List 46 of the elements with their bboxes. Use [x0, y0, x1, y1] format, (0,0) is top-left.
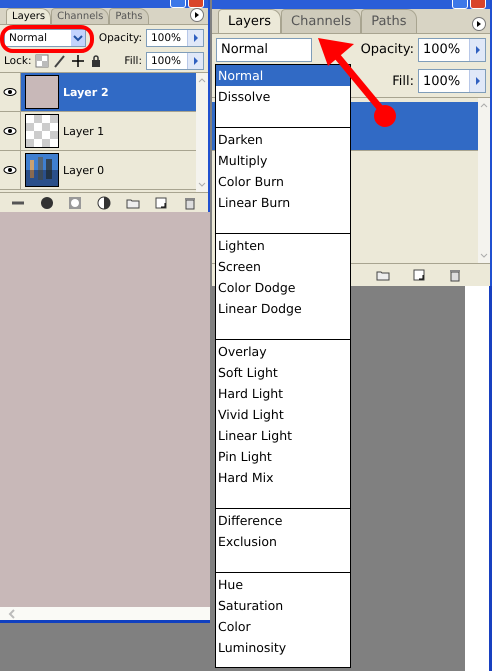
menu-item[interactable]: Dissolve	[216, 86, 350, 107]
menu-item[interactable]: Pin Light	[216, 446, 350, 467]
opacity-label: Opacity:	[98, 32, 142, 44]
layer-name: Layer 2	[63, 86, 109, 98]
layer-name: Layer 1	[63, 124, 104, 138]
opacity-label: Opacity:	[360, 42, 414, 57]
panel-tab[interactable]: Channels	[281, 9, 362, 33]
panel-tab[interactable]: Paths	[109, 8, 149, 24]
menu-item[interactable]: Overlay	[216, 341, 350, 362]
blend-mode-dropdown[interactable]: Normal	[216, 38, 312, 62]
menu-item[interactable]: Lighten	[216, 235, 350, 256]
menu-item[interactable]: Luminosity	[216, 637, 350, 658]
fill-label: Fill:	[392, 74, 414, 88]
layer-row[interactable]: Layer 0	[0, 151, 196, 190]
menu-item[interactable]: Soft Light	[216, 362, 350, 383]
menu-item[interactable]: Hard Light	[216, 383, 350, 404]
panel-tab[interactable]: Layers	[6, 8, 52, 24]
menu-item[interactable]: Exclusion	[216, 531, 350, 552]
blend-mode-dropdown[interactable]: Normal	[4, 28, 86, 46]
menu-item[interactable]: Linear Burn	[216, 192, 350, 213]
fill-field[interactable]: 100%	[418, 69, 486, 93]
menu-item[interactable]: Screen	[216, 256, 350, 277]
panel-tab[interactable]: Layers	[218, 9, 282, 33]
panel-tab[interactable]: Paths	[361, 9, 417, 33]
layer-name: Layer 0	[63, 164, 104, 176]
menu-item[interactable]: Color Dodge	[216, 277, 350, 298]
fill-label: Fill:	[124, 55, 142, 67]
layer-row[interactable]: Layer 2	[0, 73, 196, 112]
menu-item[interactable]: Color Burn	[216, 171, 350, 192]
lock-label: Lock:	[4, 55, 32, 67]
menu-item[interactable]: Multiply	[216, 150, 350, 171]
panel-tab[interactable]: Channels	[51, 8, 110, 24]
opacity-field[interactable]: 100%	[146, 28, 204, 46]
menu-item[interactable]: Difference	[216, 510, 350, 531]
menu-item[interactable]: Saturation	[216, 595, 350, 616]
fill-field[interactable]: 100%	[146, 52, 204, 70]
menu-item[interactable]: Vivid Light	[216, 404, 350, 425]
menu-item[interactable]: Darken	[216, 129, 350, 150]
menu-item[interactable]: Hard Mix	[216, 467, 350, 488]
opacity-field[interactable]: 100%	[418, 38, 486, 62]
menu-item[interactable]: Hue	[216, 574, 350, 595]
menu-item[interactable]: Linear Light	[216, 425, 350, 446]
menu-item[interactable]: Normal	[216, 65, 350, 86]
menu-item[interactable]: Color	[216, 616, 350, 637]
layer-row[interactable]: Layer 1	[0, 112, 196, 151]
menu-item[interactable]: Linear Dodge	[216, 298, 350, 319]
